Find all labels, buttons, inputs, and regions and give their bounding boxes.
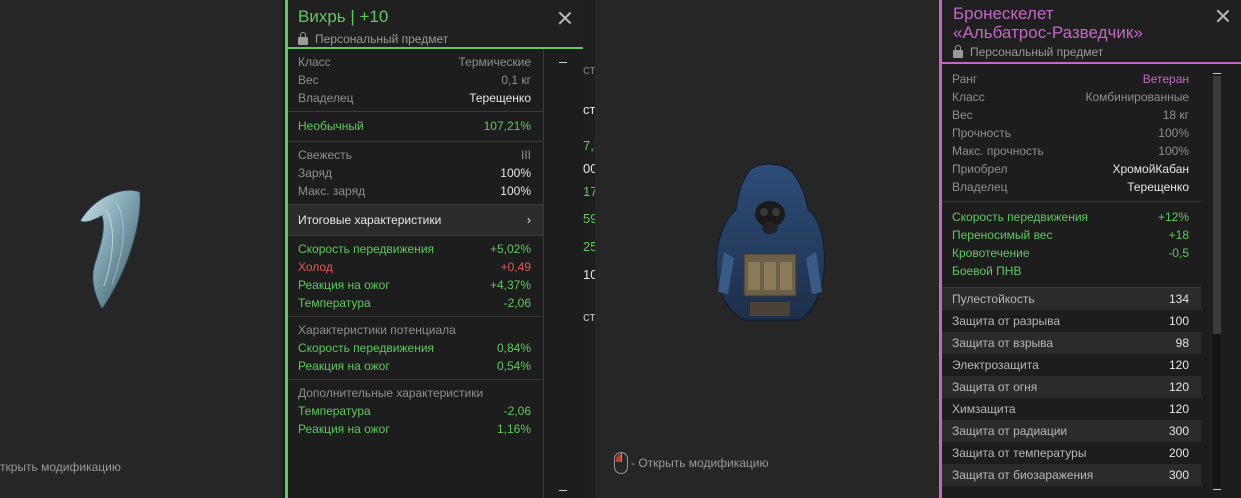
- peek-text: 10: [583, 267, 595, 282]
- claw-artifact-image: [79, 189, 141, 310]
- peek-text: 7,3: [583, 138, 595, 153]
- rarity-row: Необычный 107,21%: [298, 119, 531, 133]
- item2-header: Бронескелет «Альбатрос-Разведчик» Персон…: [942, 0, 1241, 64]
- stat-row: Класс Комбинированные: [952, 90, 1189, 104]
- potential-header: Характеристики потенциала: [298, 323, 456, 337]
- open-modification-hint: ткрыть модификацию: [0, 460, 121, 474]
- stat-row: Реакция на ожог +4,37%: [298, 278, 531, 292]
- table-row: Защита от биозаражения 300: [942, 464, 1201, 486]
- stat-row: Владелец Терещенко: [298, 91, 531, 105]
- stat-row: Боевой ПНВ: [952, 264, 1022, 278]
- stat-row: Реакция на ожог 1,16%: [298, 422, 531, 436]
- stat-row: Вес 18 кг: [952, 108, 1189, 122]
- stat-row: Переносимый вес +18: [952, 228, 1189, 242]
- chevron-right-icon: ›: [527, 213, 531, 227]
- item1-title: Вихрь | +10: [298, 7, 389, 26]
- scrollbar-bottom-cap: [1213, 489, 1221, 490]
- armor-suit-image: [715, 163, 825, 321]
- close-icon[interactable]: [1215, 8, 1231, 24]
- table-row: Электрозащита 120: [942, 354, 1201, 376]
- table-row: Защита от температуры 200: [942, 442, 1201, 464]
- table-row: Защита от разрыва 100: [942, 310, 1201, 332]
- lock-icon: [298, 32, 308, 45]
- peek-text: 59: [583, 211, 595, 226]
- scrollbar-track[interactable]: [1213, 76, 1221, 488]
- stat-row: Кровотечение -0,5: [952, 246, 1189, 260]
- stat-row: Приобрел ХромойКабан: [952, 162, 1189, 176]
- peek-text: сти: [583, 62, 595, 77]
- item2-body: Ранг Ветеран Класс Комбинированные Вес 18 к…: [942, 64, 1201, 486]
- stat-row: Температура -2,06: [298, 296, 531, 310]
- extra-header: Дополнительные характеристики: [298, 386, 484, 400]
- item2-preview-area: - Открыть модификацию: [595, 0, 939, 498]
- divider: [543, 49, 544, 498]
- background-window-peek: сти ст 7,3 00 17 59 25 10 ст: [583, 0, 595, 498]
- table-row: Защита от взрыва 98: [942, 332, 1201, 354]
- item2-bonus-section: Скорость передвижения +12% Переносимый ве…: [942, 202, 1201, 288]
- item2-subtitle: Персональный предмет: [970, 45, 1104, 59]
- stat-row: Свежесть III: [298, 148, 531, 162]
- item1-tooltip-panel: Вихрь | +10 Персональный предмет Класс Те…: [285, 0, 583, 498]
- peek-text: ст: [583, 102, 595, 117]
- item1-subtitle-row: Персональный предмет: [298, 32, 583, 46]
- item1-stats-section: Скорость передвижения +5,02% Холод +0,49 Р…: [288, 236, 543, 317]
- stat-row: Скорость передвижения 0,84%: [298, 341, 531, 355]
- item2-title-line2: «Альбатрос-Разведчик»: [953, 23, 1143, 42]
- item2-info-section: Ранг Ветеран Класс Комбинированные Вес 18 к…: [942, 64, 1201, 202]
- stat-row: Вес 0,1 кг: [298, 73, 531, 87]
- item1-potential-section: Характеристики потенциала Скорость перед…: [288, 317, 543, 380]
- stat-row: Макс. прочность 100%: [952, 144, 1189, 158]
- item1-state-section: Свежесть III Заряд 100% Макс. заряд 100%: [288, 142, 543, 205]
- item2-protection-table: Пулестойкость 134 Защита от разрыва 100 За…: [942, 288, 1201, 486]
- item1-header: Вихрь | +10 Персональный предмет: [288, 0, 583, 49]
- item1-subtitle: Персональный предмет: [315, 32, 449, 46]
- stat-row: Реакция на ожог 0,54%: [298, 359, 531, 373]
- open-modification-hint-row: - Открыть модификацию: [614, 452, 769, 474]
- scrollbar-thumb[interactable]: [1213, 76, 1221, 334]
- item2-tooltip-panel: Бронескелет «Альбатрос-Разведчик» Персон…: [939, 0, 1241, 498]
- peek-text: 17: [583, 184, 595, 199]
- stat-row: Класс Термические: [298, 55, 531, 69]
- stat-row: Холод +0,49: [298, 260, 531, 274]
- table-row: Пулестойкость 134: [942, 288, 1201, 310]
- close-icon[interactable]: [557, 10, 573, 26]
- total-characteristics-button[interactable]: Итоговые характеристики ›: [288, 205, 543, 236]
- item2-subtitle-row: Персональный предмет: [953, 45, 1241, 59]
- stat-row: Макс. заряд 100%: [298, 184, 531, 198]
- rank-row: Ранг Ветеран: [952, 72, 1189, 86]
- item1-preview-area: ткрыть модификацию: [0, 0, 283, 498]
- peek-text: 00: [583, 161, 595, 176]
- table-row: Химзащита 120: [942, 398, 1201, 420]
- mouse-icon: [614, 452, 628, 474]
- stat-row: Прочность 100%: [952, 126, 1189, 140]
- total-characteristics-label: Итоговые характеристики: [298, 213, 442, 227]
- stat-row: Скорость передвижения +12%: [952, 210, 1189, 224]
- open-modification-hint: - Открыть модификацию: [631, 456, 769, 470]
- stat-row: Скорость передвижения +5,02%: [298, 242, 531, 256]
- table-row: Защита от огня 120: [942, 376, 1201, 398]
- item1-rarity-section: Необычный 107,21%: [288, 112, 543, 142]
- scrollbar-top-cap: [559, 62, 567, 63]
- scrollbar-top-cap: [1213, 73, 1221, 74]
- item1-body: Класс Термические Вес 0,1 кг Владелец Терещ…: [288, 49, 544, 498]
- item1-extra-section: Дополнительные характеристики Температур…: [288, 380, 543, 442]
- lock-icon: [953, 45, 963, 58]
- table-row: Защита от радиации 300: [942, 420, 1201, 442]
- stat-row: Температура -2,06: [298, 404, 531, 418]
- item1-info-section: Класс Термические Вес 0,1 кг Владелец Терещ…: [288, 49, 543, 112]
- peek-text: 25: [583, 239, 595, 254]
- stat-row: Владелец Терещенко: [952, 180, 1189, 194]
- stat-row: Заряд 100%: [298, 166, 531, 180]
- scrollbar-bottom-cap: [559, 490, 567, 491]
- peek-text: ст: [583, 309, 595, 324]
- item2-title-line1: Бронескелет: [953, 4, 1054, 23]
